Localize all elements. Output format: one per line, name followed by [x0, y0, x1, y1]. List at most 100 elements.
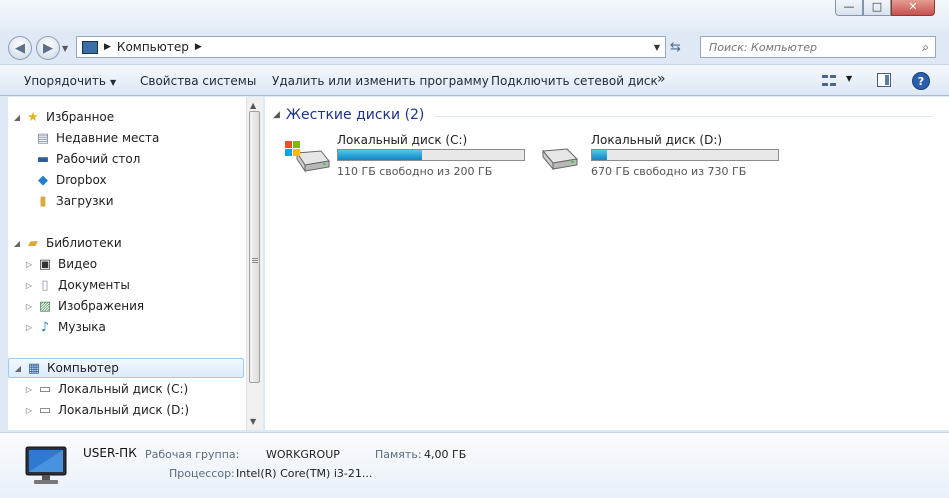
organize-button[interactable]: Упорядочить ▼: [24, 74, 116, 88]
downloads-folder-icon: ▮: [39, 193, 47, 209]
change-view-button[interactable]: [822, 75, 836, 88]
system-properties-button[interactable]: Свойства системы: [140, 74, 256, 88]
expand-arrow-icon[interactable]: ▷: [24, 385, 34, 394]
nav-computer[interactable]: ◢ ▦ Компьютер: [8, 358, 244, 378]
memory-value: 4,00 ГБ: [424, 448, 467, 461]
nav-desktop[interactable]: ▬ Рабочий стол: [32, 149, 141, 169]
recent-pages-dropdown-icon[interactable]: ▼: [62, 44, 68, 53]
window-controls: — □ ✕: [835, 0, 935, 16]
nav-video-label: Видео: [58, 257, 98, 271]
collapse-arrow-icon[interactable]: ◢: [13, 364, 23, 373]
more-commands-button[interactable]: »: [657, 71, 666, 87]
nav-documents[interactable]: ▷ ▯ Документы: [24, 275, 130, 295]
address-dropdown-icon[interactable]: ▼: [654, 43, 660, 52]
memory-label: Память:: [375, 448, 422, 461]
video-icon: ▣: [38, 256, 52, 272]
breadcrumb-chevron-icon[interactable]: ▶: [195, 42, 202, 52]
expand-arrow-icon[interactable]: ▷: [24, 260, 34, 269]
recent-places-icon: ▤: [36, 130, 50, 146]
search-input[interactable]: [707, 39, 911, 55]
scroll-down-icon[interactable]: ▼: [250, 417, 256, 426]
nav-computer-label: Компьютер: [47, 361, 119, 375]
nav-libraries-label: Библиотеки: [46, 236, 122, 250]
collapse-arrow-icon[interactable]: ◢: [12, 239, 22, 248]
details-pane: USER-ПК Рабочая группа: WORKGROUP Память…: [0, 432, 949, 498]
desktop-icon: ▬: [36, 151, 50, 167]
expand-arrow-icon[interactable]: ▷: [24, 281, 34, 290]
content-area: ◢ Жесткие диски (2) Локальный диск (C:) …: [265, 97, 949, 430]
nav-images-label: Изображения: [58, 299, 145, 313]
nav-favorites[interactable]: ◢ ★ Избранное: [12, 107, 114, 127]
system-drive-icon: ▭: [38, 381, 52, 397]
drive-d-name: Локальный диск (D:): [591, 133, 723, 147]
nav-video[interactable]: ▷ ▣ Видео: [24, 254, 97, 274]
group-header-hard-drives[interactable]: ◢ Жесткие диски (2): [273, 107, 933, 123]
music-icon: ♪: [40, 319, 50, 335]
computer-name: USER-ПК: [83, 446, 137, 460]
libraries-icon: ▰: [28, 235, 38, 251]
nav-dropbox[interactable]: ◆ Dropbox: [32, 170, 107, 190]
drive-c-usage-bar: [337, 149, 525, 161]
expand-arrow-icon[interactable]: ▷: [24, 302, 34, 311]
group-header-label: Жесткие диски (2): [285, 107, 425, 123]
breadcrumb-separator-icon[interactable]: ▶: [104, 42, 111, 52]
star-icon: ★: [27, 109, 39, 125]
drive-d-usage-bar: [591, 149, 779, 161]
expand-arrow-icon[interactable]: ▷: [24, 323, 34, 332]
nav-drive-d-label: Локальный диск (D:): [58, 403, 190, 417]
address-bar[interactable]: ▶ Компьютер ▶ ▼: [76, 36, 666, 58]
search-icon[interactable]: ⌕: [922, 40, 929, 55]
cpu-label: Процессор:: [169, 467, 235, 480]
documents-icon: ▯: [41, 277, 49, 293]
close-button[interactable]: ✕: [891, 0, 935, 16]
scrollbar-thumb[interactable]: [249, 111, 260, 383]
nav-drive-c[interactable]: ▷ ▭ Локальный диск (C:): [24, 379, 188, 399]
nav-recent-places[interactable]: ▤ Недавние места: [32, 128, 160, 148]
navigation-pane: ◢ ★ Избранное ▤ Недавние места ▬ Рабочий…: [8, 97, 246, 430]
nav-images[interactable]: ▷ ▨ Изображения: [24, 296, 144, 316]
uninstall-program-button[interactable]: Удалить или изменить программу: [272, 74, 489, 88]
grip-icon: [252, 258, 258, 259]
help-button[interactable]: ?: [912, 72, 930, 90]
group-divider: [434, 116, 933, 117]
workgroup-value: WORKGROUP: [266, 448, 340, 461]
drive-c-free-space: 110 ГБ свободно из 200 ГБ: [337, 165, 493, 178]
nav-dropbox-label: Dropbox: [56, 173, 107, 187]
title-bar: — □ ✕: [0, 0, 949, 32]
cpu-value: Intel(R) Core(TM) i3-21...: [236, 467, 373, 480]
nav-downloads[interactable]: ▮ Загрузки: [32, 191, 113, 211]
nav-recent-label: Недавние места: [56, 131, 160, 145]
nav-libraries[interactable]: ◢ ▰ Библиотеки: [12, 233, 122, 253]
map-network-drive-button[interactable]: Подключить сетевой диск: [491, 74, 658, 88]
nav-music-label: Музыка: [58, 320, 106, 334]
collapse-group-icon[interactable]: ◢: [273, 110, 280, 120]
drive-c-name: Локальный диск (C:): [337, 133, 468, 147]
drive-d-free-space: 670 ГБ свободно из 730 ГБ: [591, 165, 747, 178]
drive-c-tile[interactable]: Локальный диск (C:) 110 ГБ свободно из 2…: [285, 133, 535, 179]
help-icon: ?: [912, 72, 930, 90]
maximize-button[interactable]: □: [863, 0, 891, 16]
scroll-up-icon[interactable]: ▲: [250, 101, 256, 110]
drive-d-tile[interactable]: Локальный диск (D:) 670 ГБ свободно из 7…: [539, 133, 789, 179]
nav-favorites-label: Избранное: [46, 110, 115, 124]
breadcrumb-computer[interactable]: Компьютер: [117, 40, 189, 54]
view-dropdown-icon[interactable]: ▼: [846, 74, 852, 83]
drive-icon: [542, 148, 579, 171]
dropbox-icon: ◆: [38, 172, 48, 188]
expand-arrow-icon[interactable]: ▷: [24, 406, 34, 415]
preview-pane-button[interactable]: [877, 73, 891, 87]
navigation-scrollbar[interactable]: ▲ ▼: [246, 97, 263, 430]
search-box[interactable]: ⌕: [700, 36, 936, 58]
views-icon: [822, 75, 836, 88]
back-button[interactable]: ◀: [8, 36, 32, 60]
drive-icon: ▭: [38, 402, 52, 418]
forward-button[interactable]: ▶: [36, 36, 60, 60]
nav-desktop-label: Рабочий стол: [56, 152, 141, 166]
workgroup-label: Рабочая группа:: [145, 448, 240, 461]
nav-drive-d[interactable]: ▷ ▭ Локальный диск (D:): [24, 400, 189, 420]
minimize-button[interactable]: —: [835, 0, 863, 16]
refresh-icon[interactable]: ⇆: [670, 40, 681, 55]
nav-music[interactable]: ▷ ♪ Музыка: [24, 317, 106, 337]
back-arrow-icon: ◀: [15, 40, 25, 56]
collapse-arrow-icon[interactable]: ◢: [12, 113, 22, 122]
